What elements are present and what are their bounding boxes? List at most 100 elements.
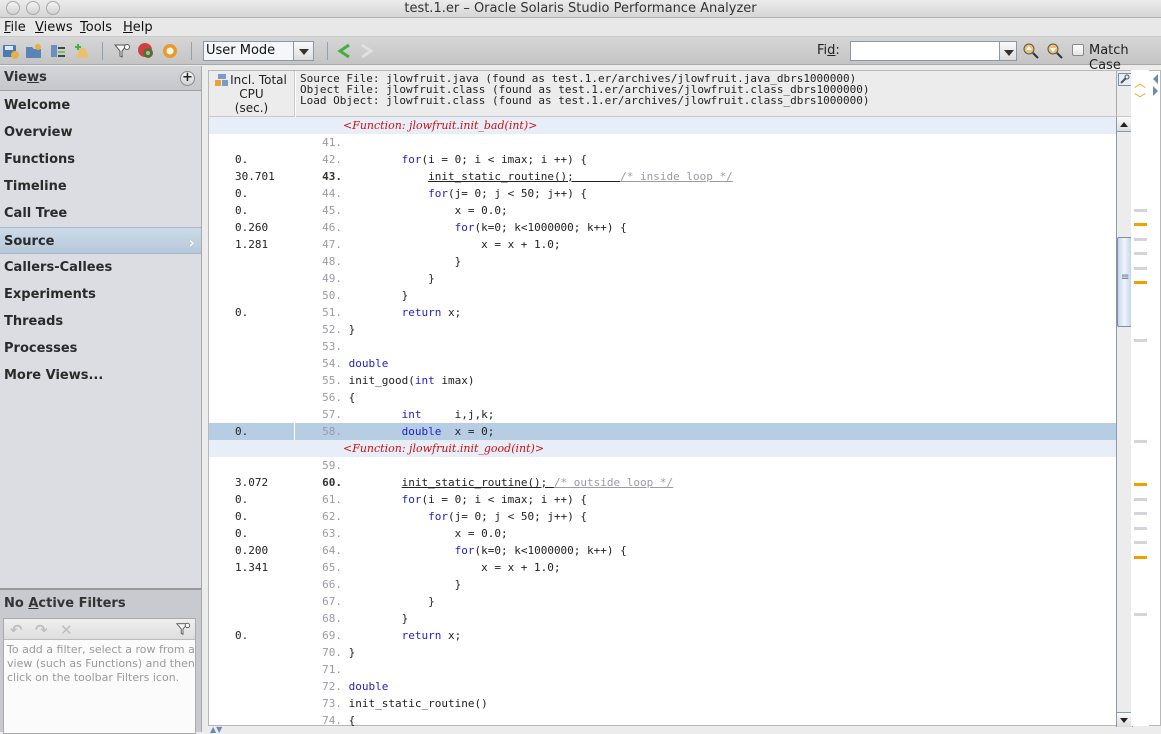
add-experiment-icon[interactable]: [73, 42, 91, 60]
sidebar-item-welcome[interactable]: Welcome: [0, 92, 201, 119]
source-line-row[interactable]: 1.341 65. x = x + 1.0;: [209, 559, 1116, 576]
line-marker[interactable]: [1134, 497, 1147, 501]
source-line-row[interactable]: 0. 69. return x;: [209, 627, 1116, 644]
collapse-panel-icon[interactable]: [1153, 74, 1158, 84]
source-line-row[interactable]: 0. 42. for(i = 0; i < imax; i ++) {: [209, 151, 1116, 168]
line-marker[interactable]: [1134, 252, 1147, 256]
remote-host-icon[interactable]: [137, 42, 155, 60]
line-marker[interactable]: [1134, 338, 1147, 342]
sidebar-item-call-tree[interactable]: Call Tree: [0, 200, 201, 227]
find-input[interactable]: [850, 41, 1000, 61]
chevron-down-icon[interactable]: [293, 42, 313, 60]
line-marker[interactable]: [1134, 266, 1147, 270]
next-hot-line-icon[interactable]: ﹀: [1133, 93, 1147, 105]
source-line-row[interactable]: 41.: [209, 134, 1116, 151]
expand-panel-icon[interactable]: [1153, 86, 1158, 96]
source-line-row[interactable]: 53.: [209, 338, 1116, 355]
sidebar-item-threads[interactable]: Threads: [0, 308, 201, 335]
source-line-row[interactable]: 73. init_static_routine(): [209, 695, 1116, 712]
function-banner-row[interactable]: <Function: jlowfruit.init_bad(int)>: [209, 117, 1116, 134]
hot-line-marker[interactable]: [1134, 555, 1147, 559]
scroll-down-button[interactable]: [1117, 712, 1132, 727]
sidebar-item-callers-callees[interactable]: Callers-Callees: [0, 254, 201, 281]
line-marker[interactable]: [1134, 237, 1147, 241]
scrollbar-thumb[interactable]: [1117, 237, 1132, 327]
source-line-row[interactable]: 59.: [209, 457, 1116, 474]
settings-icon[interactable]: [161, 42, 179, 60]
open-experiment-icon[interactable]: [25, 42, 43, 60]
menu-tools[interactable]: Tools: [80, 20, 112, 35]
source-line-row[interactable]: 0.260 46. for(k=0; k<1000000; k++) {: [209, 219, 1116, 236]
source-line-row[interactable]: 70. }: [209, 644, 1116, 661]
sort-metric-icon[interactable]: [215, 74, 229, 86]
line-marker[interactable]: [1134, 512, 1147, 516]
undo-filter-icon[interactable]: ↶: [10, 621, 23, 639]
sidebar-item-functions[interactable]: Functions: [0, 146, 201, 173]
source-line-row[interactable]: 67. }: [209, 593, 1116, 610]
sidebar-item-more-views[interactable]: More Views...: [0, 362, 201, 389]
sidebar-item-processes[interactable]: Processes: [0, 335, 201, 362]
find-history-dropdown[interactable]: [999, 41, 1017, 61]
back-arrow-icon[interactable]: [336, 42, 354, 60]
source-line-row[interactable]: 1.281 47. x = x + 1.0;: [209, 236, 1116, 253]
hot-line-marker[interactable]: [1134, 281, 1147, 285]
source-line-row[interactable]: 54. double: [209, 355, 1116, 372]
metric-column-header[interactable]: Incl. Total CPU (sec.): [209, 71, 295, 117]
compare-experiments-icon[interactable]: [49, 42, 67, 60]
source-line-row[interactable]: 71.: [209, 661, 1116, 678]
sidebar-item-overview[interactable]: Overview: [0, 119, 201, 146]
source-line-row[interactable]: 49. }: [209, 270, 1116, 287]
hot-line-marker[interactable]: [1134, 223, 1147, 227]
sidebar-item-timeline[interactable]: Timeline: [0, 173, 201, 200]
split-pane-toggle-icon[interactable]: ▲▼: [210, 725, 222, 734]
source-line-row[interactable]: 0. 63. x = 0.0;: [209, 525, 1116, 542]
match-case-checkbox[interactable]: [1072, 44, 1084, 56]
source-line-row[interactable]: 52. }: [209, 321, 1116, 338]
source-line-row[interactable]: 0. 58. double x = 0;: [209, 423, 1116, 440]
clear-filters-icon[interactable]: ✕: [60, 621, 73, 639]
function-banner-row[interactable]: <Function: jlowfruit.init_good(int)>: [209, 440, 1116, 457]
line-marker[interactable]: [1134, 541, 1147, 545]
source-line-row[interactable]: 0. 62. for(j= 0; j < 50; j++) {: [209, 508, 1116, 525]
source-line-row[interactable]: 0. 61. for(i = 0; i < imax; i ++) {: [209, 491, 1116, 508]
source-line-row[interactable]: 68. }: [209, 610, 1116, 627]
line-marker[interactable]: [1134, 440, 1147, 443]
line-marker[interactable]: [1134, 613, 1147, 617]
line-marker[interactable]: [1134, 526, 1147, 530]
filter-icon[interactable]: [113, 42, 131, 60]
menu-views[interactable]: Views: [35, 20, 73, 35]
source-line-row[interactable]: 48. }: [209, 253, 1116, 270]
find-previous-icon[interactable]: [1022, 42, 1040, 60]
previous-hot-line-icon[interactable]: ︿: [1133, 77, 1147, 89]
save-experiment-icon[interactable]: [2, 42, 20, 60]
source-line-row[interactable]: 74. {: [209, 712, 1116, 727]
find-next-icon[interactable]: [1046, 42, 1064, 60]
source-line-row[interactable]: 30.701 43. init_static_routine(); /* insi…: [209, 168, 1116, 185]
source-line-row[interactable]: 50. }: [209, 287, 1116, 304]
add-view-icon[interactable]: +: [180, 71, 195, 86]
hot-line-marker[interactable]: [1134, 483, 1147, 487]
sidebar-item-source[interactable]: Source ›: [0, 227, 201, 254]
source-line-row[interactable]: 3.072 60. init_static_routine(); /* outsi…: [209, 474, 1116, 491]
source-line-row[interactable]: 66. }: [209, 576, 1116, 593]
source-line-row[interactable]: 56. {: [209, 389, 1116, 406]
line-marker[interactable]: [1134, 208, 1147, 212]
source-line-row[interactable]: 0. 51. return x;: [209, 304, 1116, 321]
forward-arrow-icon[interactable]: [357, 42, 375, 60]
menu-file[interactable]: File: [4, 20, 26, 35]
filter-icon[interactable]: [175, 621, 191, 637]
menu-help[interactable]: Help: [123, 20, 153, 35]
sidebar-item-experiments[interactable]: Experiments: [0, 281, 201, 308]
source-line-row[interactable]: 57. int i,j,k;: [209, 406, 1116, 423]
scroll-up-button[interactable]: [1117, 117, 1132, 132]
source-line-row[interactable]: 0. 44. for(j= 0; j < 50; j++) {: [209, 185, 1116, 202]
view-mode-select[interactable]: User Mode: [203, 41, 314, 61]
source-line-row[interactable]: 72. double: [209, 678, 1116, 695]
redo-filter-icon[interactable]: ↷: [35, 621, 48, 639]
source-line-row[interactable]: 0.200 64. for(k=0; k<1000000; k++) {: [209, 542, 1116, 559]
source-line-row[interactable]: 0. 45. x = 0.0;: [209, 202, 1116, 219]
line-number: 52.: [322, 323, 342, 336]
source-line-row[interactable]: 55. init_good(int imax): [209, 372, 1116, 389]
